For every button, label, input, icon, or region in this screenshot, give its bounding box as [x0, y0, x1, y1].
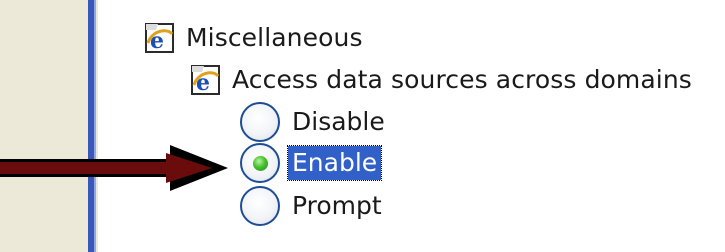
radio-button[interactable] — [240, 186, 280, 226]
radio-selected-dot — [253, 156, 268, 171]
radio-label: Prompt — [292, 191, 382, 220]
tree-node-access-data-sources[interactable]: e Access data sources across domains — [186, 60, 692, 98]
ie-icon: e — [191, 65, 220, 96]
radio-option-prompt[interactable]: Prompt — [240, 186, 386, 226]
radio-label: Disable — [292, 107, 385, 136]
tree-node-label: Miscellaneous — [186, 22, 363, 52]
ie-icon: e — [145, 23, 174, 54]
radio-label: Enable — [286, 145, 383, 181]
radio-button-selected[interactable] — [240, 143, 280, 183]
tree-node-label: Access data sources across domains — [232, 64, 692, 94]
tree-node-miscellaneous[interactable]: e Miscellaneous — [140, 18, 363, 56]
security-settings-window: e Miscellaneous e Access data sources ac… — [0, 0, 725, 252]
radio-option-disable[interactable]: Disable — [240, 102, 389, 142]
arrow-right-icon — [0, 145, 228, 191]
radio-button[interactable] — [240, 102, 280, 142]
panel-border-shade — [94, 0, 96, 252]
radio-option-enable[interactable]: Enable — [240, 143, 383, 183]
side-panel — [0, 0, 98, 252]
